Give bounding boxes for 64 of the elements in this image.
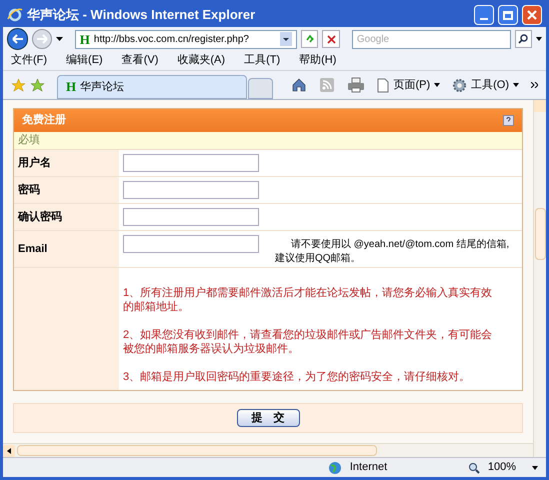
vertical-scrollbar[interactable] [533, 100, 546, 457]
field-label: 确认密码 [18, 210, 62, 225]
printer-icon[interactable] [347, 77, 366, 93]
search-icon [518, 34, 528, 44]
refresh-icon [304, 34, 315, 44]
menu-item[interactable]: 编辑(E) [66, 52, 103, 69]
minimize-button[interactable] [474, 5, 494, 25]
close-button[interactable] [522, 5, 542, 25]
hint-text: 请不要使用以 @yeah.net/@tom.com 结尾的信箱,建议使用QQ邮箱。 [274, 238, 510, 266]
horizontal-scrollbar[interactable] [3, 443, 533, 457]
search-field[interactable]: Google [352, 30, 511, 48]
arrow-left-icon [12, 34, 24, 44]
notice-text: 3、邮箱是用户取回密码的重要途径，为了您的密码安全，请仔细核对。 [123, 370, 472, 384]
menu-item[interactable]: 收藏夹(A) [177, 52, 226, 69]
home-icon[interactable] [291, 77, 308, 93]
menu-item[interactable]: 帮助(H) [299, 52, 336, 69]
text-field[interactable] [123, 181, 259, 199]
notice-text: 1、所有注册用户都需要邮件激活后才能在论坛发帖，请您务必输入真实有效的邮箱地址。 [123, 286, 494, 314]
zoom-icon[interactable] [468, 462, 480, 474]
scroll-left-icon[interactable] [3, 444, 15, 456]
globe-icon [328, 460, 342, 474]
text-field[interactable] [123, 208, 259, 226]
star-icon[interactable] [11, 78, 26, 92]
url-text: http://bbs.voc.com.cn/register.php? [94, 32, 250, 46]
field-label: 用户名 [18, 156, 51, 171]
address-field[interactable]: H http://bbs.voc.com.cn/register.php? [74, 30, 297, 48]
caret-icon[interactable] [532, 466, 538, 470]
refresh-button[interactable] [300, 30, 318, 48]
caret-icon[interactable] [536, 37, 542, 41]
caret-icon [434, 83, 440, 87]
text-field[interactable] [123, 154, 259, 172]
add-favorite-icon[interactable] [30, 78, 45, 92]
search-button[interactable] [514, 30, 532, 48]
chevron-icon[interactable] [531, 82, 538, 88]
submit-button[interactable]: 提 交 [236, 409, 300, 427]
help-icon[interactable] [503, 115, 514, 126]
menu-item[interactable]: 查看(V) [122, 52, 158, 69]
dropdown-icon[interactable] [280, 32, 292, 46]
caret-icon[interactable] [56, 37, 63, 41]
zoom-level[interactable]: 100% [488, 459, 516, 476]
stop-button[interactable] [322, 30, 340, 48]
panel-title: 免费注册 [22, 112, 66, 128]
stop-icon [326, 34, 336, 44]
field-label: 密码 [18, 182, 40, 198]
zone-text: Internet [350, 460, 388, 476]
menu-item[interactable]: 文件(F) [11, 52, 48, 69]
page-menu[interactable]: 页面(P) [377, 76, 440, 94]
browser-logo-icon [7, 7, 23, 23]
back-button[interactable] [7, 28, 28, 50]
section-label: 必填 [18, 132, 40, 148]
window-title: 华声论坛 - Windows Internet Explorer [27, 6, 256, 24]
maximize-button[interactable] [498, 5, 518, 25]
menu-item[interactable]: 工具(T) [244, 52, 280, 69]
tools-menu[interactable]: 工具(O) [452, 76, 519, 94]
page-icon [377, 78, 390, 92]
site-logo: H [80, 32, 90, 46]
caret-icon [513, 83, 519, 87]
text-field[interactable] [123, 235, 259, 253]
arrow-right-icon [36, 34, 48, 44]
notice-text: 2、如果您没有收到邮件，请查看您的垃圾邮件或广告邮件文件夹，有可能会被您的邮箱服务器误认为垃圾邮件。 [123, 328, 494, 356]
field-label: Email [18, 242, 48, 257]
browser-tab[interactable]: H 华声论坛 [57, 75, 247, 99]
gear-icon [452, 78, 468, 92]
close-icon [527, 10, 537, 20]
